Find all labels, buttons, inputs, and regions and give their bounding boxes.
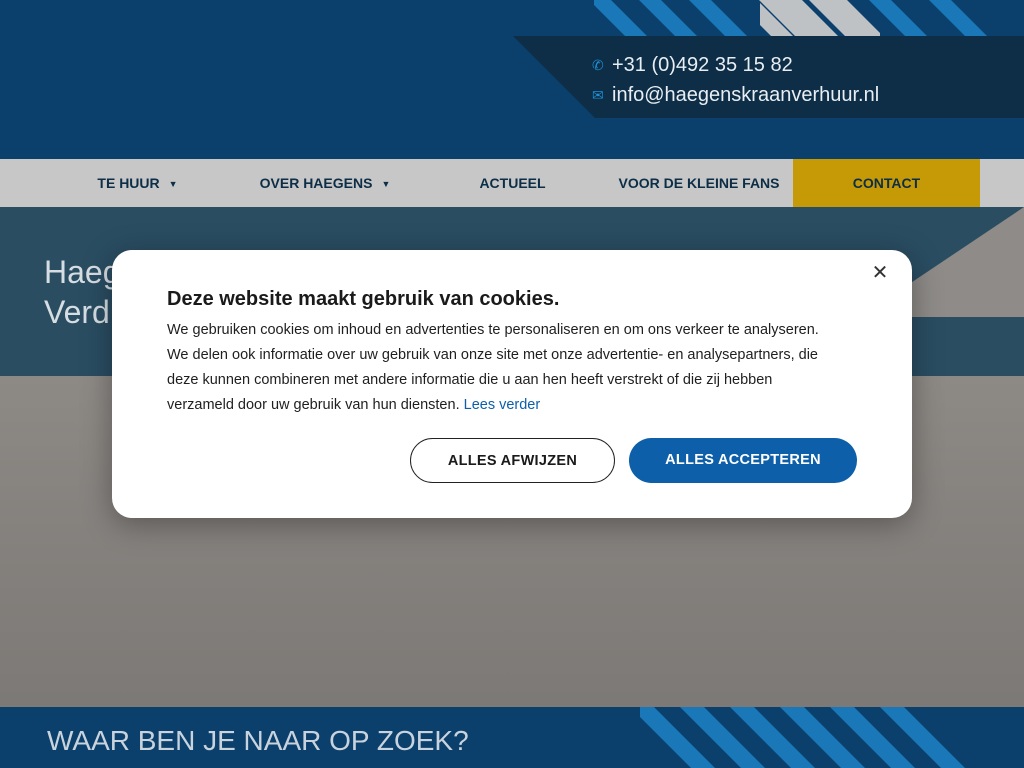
nav-item-te-huur[interactable]: TE HUUR ▼ <box>80 159 195 207</box>
mail-icon: ✉ <box>592 87 604 103</box>
search-heading: WAAR BEN JE NAAR OP ZOEK? <box>47 725 469 756</box>
phone-link[interactable]: ✆ +31 (0)492 35 15 82 <box>592 54 793 77</box>
cookie-dialog: ✕ Deze website maakt gebruik van cookies… <box>112 250 912 518</box>
nav-item-actueel[interactable]: ACTUEEL <box>455 159 570 207</box>
nav-item-over-haegens[interactable]: OVER HAEGENS ▼ <box>250 159 400 207</box>
site-header: ✆ +31 (0)492 35 15 82 ✉ info@haegenskraanv… <box>0 0 1024 159</box>
phone-icon: ✆ <box>592 57 604 73</box>
phone-number: +31 (0)492 35 15 82 <box>612 54 793 76</box>
caret-down-icon: ▼ <box>381 179 391 189</box>
email-address: info@haegenskraanverhuur.nl <box>612 84 880 106</box>
accept-all-button[interactable]: ALLES ACCEPTEREN <box>629 438 857 483</box>
search-band: WAAR BEN JE NAAR OP ZOEK? <box>0 707 1024 768</box>
decorative-stripes <box>640 707 1024 768</box>
caret-down-icon: ▼ <box>168 179 178 189</box>
email-link[interactable]: ✉ info@haegenskraanverhuur.nl <box>592 84 879 107</box>
hero-title: Haeg Verd <box>44 254 121 330</box>
close-icon[interactable]: ✕ <box>870 262 890 284</box>
nav-item-kleine-fans[interactable]: VOOR DE KLEINE FANS <box>610 159 788 207</box>
cookie-text: We gebruiken cookies om inhoud en advert… <box>167 322 819 413</box>
read-more-link[interactable]: Lees verder <box>464 397 541 413</box>
reject-all-button[interactable]: ALLES AFWIJZEN <box>410 438 615 483</box>
main-nav: TE HUUR ▼ OVER HAEGENS ▼ ACTUEEL VOOR DE K… <box>0 159 1024 207</box>
cookie-title: Deze website maakt gebruik van cookies. <box>167 288 560 310</box>
nav-item-contact[interactable]: CONTACT <box>793 159 980 207</box>
